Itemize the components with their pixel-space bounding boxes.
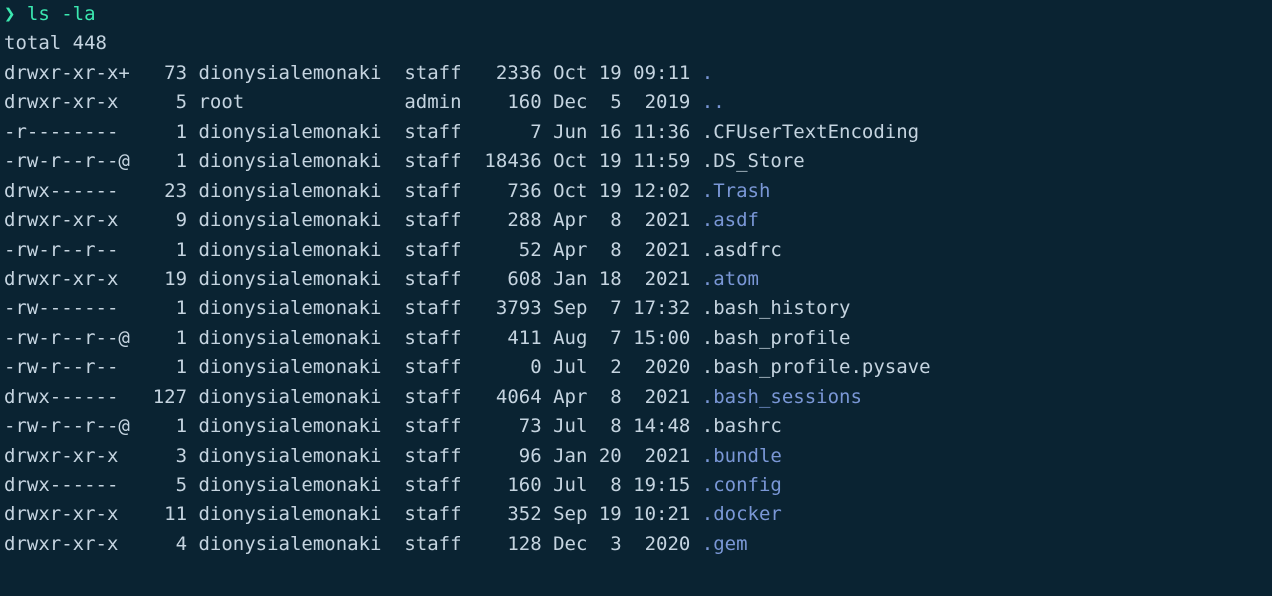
list-item: -rw------- 1 dionysialemonaki staff 3793… [4, 294, 1268, 323]
file-metadata: -rw-r--r--@ 1 dionysialemonaki staff 73 … [4, 415, 702, 437]
list-item: drwxr-xr-x 19 dionysialemonaki staff 608… [4, 265, 1268, 294]
directory-name: .gem [702, 533, 748, 555]
directory-name: .. [702, 91, 725, 113]
list-item: -rw-r--r--@ 1 dionysialemonaki staff 73 … [4, 412, 1268, 441]
file-metadata: drwx------ 23 dionysialemonaki staff 736… [4, 180, 702, 202]
directory-name: .bash_sessions [702, 386, 862, 408]
file-metadata: -rw-r--r--@ 1 dionysialemonaki staff 411… [4, 327, 702, 349]
file-metadata: -r-------- 1 dionysialemonaki staff 7 Ju… [4, 121, 702, 143]
directory-name: .asdf [702, 209, 759, 231]
total-line: total 448 [4, 29, 1268, 58]
prompt-symbol: ❯ [4, 3, 15, 25]
file-metadata: drwx------ 5 dionysialemonaki staff 160 … [4, 474, 702, 496]
list-item: drwxr-xr-x+ 73 dionysialemonaki staff 23… [4, 59, 1268, 88]
command-text: ls -la [27, 3, 96, 25]
file-name: .bash_profile.pysave [702, 356, 931, 378]
file-metadata: -rw-r--r-- 1 dionysialemonaki staff 0 Ju… [4, 356, 702, 378]
list-item: -rw-r--r--@ 1 dionysialemonaki staff 184… [4, 147, 1268, 176]
file-metadata: drwx------ 127 dionysialemonaki staff 40… [4, 386, 702, 408]
file-metadata: drwxr-xr-x 5 root admin 160 Dec 5 2019 [4, 91, 702, 113]
list-item: drwxr-xr-x 9 dionysialemonaki staff 288 … [4, 206, 1268, 235]
list-item: drwxr-xr-x 5 root admin 160 Dec 5 2019 .… [4, 88, 1268, 117]
file-name: .DS_Store [702, 150, 805, 172]
list-item: -rw-r--r--@ 1 dionysialemonaki staff 411… [4, 324, 1268, 353]
file-name: .CFUserTextEncoding [702, 121, 919, 143]
directory-name: .docker [702, 503, 782, 525]
file-listing: drwxr-xr-x+ 73 dionysialemonaki staff 23… [4, 59, 1268, 559]
file-name: .bashrc [702, 415, 782, 437]
file-name: .asdfrc [702, 239, 782, 261]
list-item: drwxr-xr-x 3 dionysialemonaki staff 96 J… [4, 442, 1268, 471]
directory-name: .config [702, 474, 782, 496]
file-name: .bash_history [702, 297, 851, 319]
list-item: drwxr-xr-x 11 dionysialemonaki staff 352… [4, 500, 1268, 529]
file-metadata: drwxr-xr-x 4 dionysialemonaki staff 128 … [4, 533, 702, 555]
directory-name: . [702, 62, 713, 84]
directory-name: .bundle [702, 445, 782, 467]
directory-name: .Trash [702, 180, 771, 202]
file-metadata: drwxr-xr-x+ 73 dionysialemonaki staff 23… [4, 62, 702, 84]
file-metadata: -rw------- 1 dionysialemonaki staff 3793… [4, 297, 702, 319]
prompt-line: ❯ ls -la [4, 0, 1268, 29]
list-item: -rw-r--r-- 1 dionysialemonaki staff 0 Ju… [4, 353, 1268, 382]
file-metadata: drwxr-xr-x 11 dionysialemonaki staff 352… [4, 503, 702, 525]
list-item: drwx------ 127 dionysialemonaki staff 40… [4, 383, 1268, 412]
file-metadata: drwxr-xr-x 9 dionysialemonaki staff 288 … [4, 209, 702, 231]
list-item: drwx------ 5 dionysialemonaki staff 160 … [4, 471, 1268, 500]
terminal-window[interactable]: ❯ ls -la total 448 drwxr-xr-x+ 73 dionys… [0, 0, 1272, 559]
list-item: drwx------ 23 dionysialemonaki staff 736… [4, 177, 1268, 206]
file-metadata: drwxr-xr-x 3 dionysialemonaki staff 96 J… [4, 445, 702, 467]
list-item: drwxr-xr-x 4 dionysialemonaki staff 128 … [4, 530, 1268, 559]
directory-name: .atom [702, 268, 759, 290]
file-metadata: -rw-r--r-- 1 dionysialemonaki staff 52 A… [4, 239, 702, 261]
list-item: -rw-r--r-- 1 dionysialemonaki staff 52 A… [4, 236, 1268, 265]
file-metadata: drwxr-xr-x 19 dionysialemonaki staff 608… [4, 268, 702, 290]
list-item: -r-------- 1 dionysialemonaki staff 7 Ju… [4, 118, 1268, 147]
file-metadata: -rw-r--r--@ 1 dionysialemonaki staff 184… [4, 150, 702, 172]
file-name: .bash_profile [702, 327, 851, 349]
